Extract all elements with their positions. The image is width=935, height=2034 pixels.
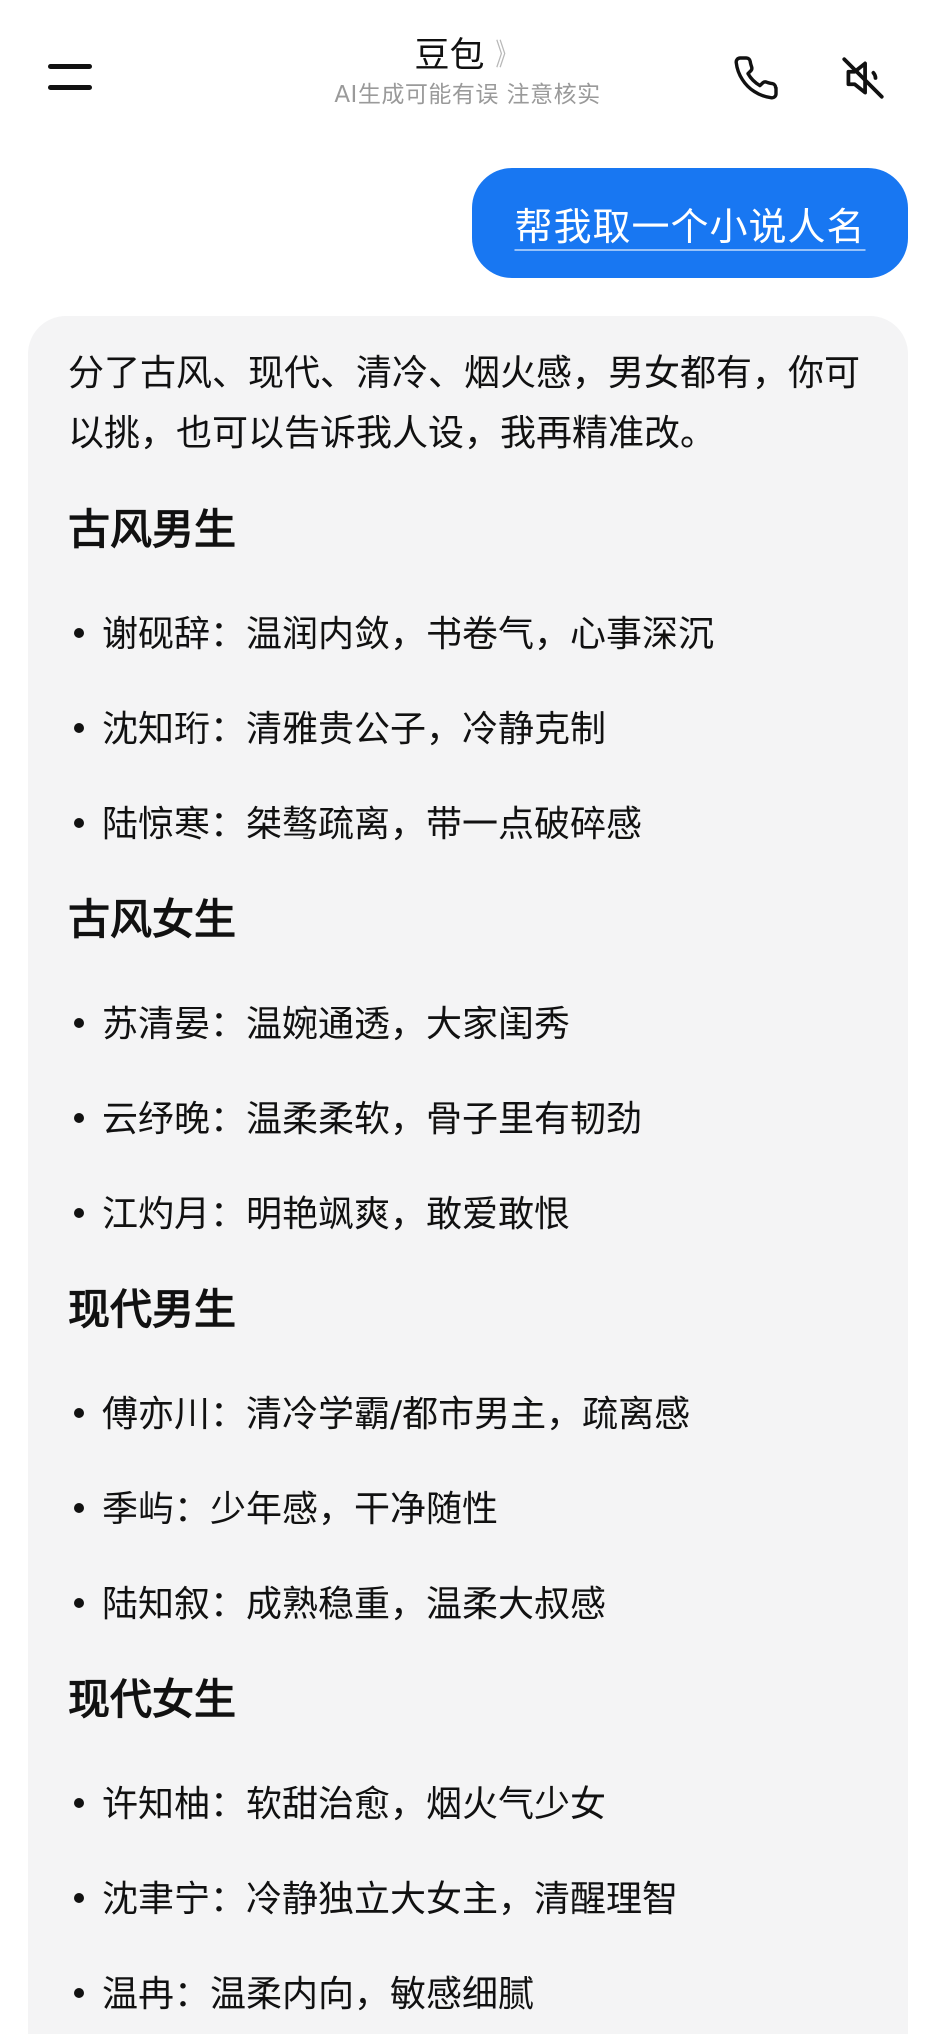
name-list-item: 江灼月：明艳飒爽，敢爱敢恨 — [68, 1190, 570, 1240]
phone-icon[interactable] — [728, 50, 784, 106]
name-item-text: 谢砚辞：温润内敛，书卷气，心事深沉 — [102, 614, 715, 655]
name-list-item: 云纾晚：温柔柔软，骨子里有韧劲 — [68, 1095, 642, 1145]
speaker-muted-icon[interactable] — [835, 50, 891, 106]
name-list-item: 陆惊寒：桀骜疏离，带一点破碎感 — [68, 800, 642, 850]
user-message-bubble: 帮我取一个小说人名 — [472, 168, 908, 278]
section-title-modern-male: 现代男生 — [68, 1285, 237, 1334]
bullet-icon — [74, 723, 84, 733]
bullet-icon — [74, 1988, 84, 1998]
name-item-text: 陆知叙：成熟稳重，温柔大叔感 — [102, 1584, 607, 1625]
name-list-item: 沈知珩：清雅贵公子，冷静克制 — [68, 705, 606, 755]
bullet-icon — [74, 1598, 84, 1608]
name-item-text: 苏清晏：温婉通透，大家闺秀 — [102, 1004, 571, 1045]
chat-header: 豆包 》 AI生成可能有误 注意核实 — [0, 0, 935, 150]
bullet-icon — [74, 818, 84, 828]
hamburger-menu-icon[interactable] — [44, 56, 96, 96]
chevron-right-icon: 》 — [495, 38, 516, 73]
section-title-ancient-male: 古风男生 — [68, 505, 237, 554]
name-list-item: 许知柚：软甜治愈，烟火气少女 — [68, 1780, 606, 1830]
bullet-icon — [74, 1503, 84, 1513]
name-item-text: 温冉：温柔内向，敏感细腻 — [102, 1974, 535, 2015]
name-list-item: 谢砚辞：温润内敛，书卷气，心事深沉 — [68, 610, 714, 660]
bot-profile-link[interactable]: 豆包 》 — [414, 34, 520, 78]
name-list-item: 陆知叙：成熟稳重，温柔大叔感 — [68, 1580, 606, 1630]
name-item-text: 季屿：少年感，干净随性 — [102, 1489, 499, 1530]
bullet-icon — [74, 1798, 84, 1808]
name-item-text: 沈聿宁：冷静独立大女主，清醒理智 — [102, 1879, 679, 1920]
name-item-text: 傅亦川：清冷学霸/都市男主，疏离感 — [102, 1394, 691, 1435]
name-item-text: 沈知珩：清雅贵公子，冷静克制 — [102, 709, 607, 750]
chat-screen: 豆包 》 AI生成可能有误 注意核实 帮我取一个小说人名 分了古风、现代、清冷、… — [0, 0, 935, 2034]
bullet-icon — [74, 1018, 84, 1028]
name-item-text: 江灼月：明艳飒爽，敢爱敢恨 — [102, 1194, 571, 1235]
name-list-item: 沈聿宁：冷静独立大女主，清醒理智 — [68, 1875, 678, 1925]
bullet-icon — [74, 1408, 84, 1418]
name-list-item: 苏清晏：温婉通透，大家闺秀 — [68, 1000, 570, 1050]
name-item-text: 许知柚：软甜治愈，烟火气少女 — [102, 1784, 607, 1825]
bullet-icon — [74, 1113, 84, 1123]
bot-name: 豆包 — [414, 36, 485, 76]
answer-intro: 分了古风、现代、清冷、烟火感，男女都有，你可以挑，也可以告诉我人设，我再精准改。 — [68, 353, 861, 454]
name-list-item: 季屿：少年感，干净随性 — [68, 1485, 498, 1535]
name-list-item: 傅亦川：清冷学霸/都市男主，疏离感 — [68, 1390, 690, 1440]
name-item-text: 云纾晚：温柔柔软，骨子里有韧劲 — [102, 1099, 643, 1140]
bullet-icon — [74, 628, 84, 638]
name-list-item: 温冉：温柔内向，敏感细腻 — [68, 1970, 534, 2020]
name-item-text: 陆惊寒：桀骜疏离，带一点破碎感 — [102, 804, 643, 845]
section-title-modern-female: 现代女生 — [68, 1675, 237, 1724]
user-message-text[interactable]: 帮我取一个小说人名 — [514, 196, 865, 251]
ai-disclaimer: AI生成可能有误 注意核实 — [334, 82, 601, 108]
bullet-icon — [74, 1893, 84, 1903]
assistant-answer-card: 分了古风、现代、清冷、烟火感，男女都有，你可以挑，也可以告诉我人设，我再精准改。… — [28, 316, 908, 2034]
section-title-ancient-female: 古风女生 — [68, 895, 237, 944]
chat-title-area: 豆包 》 AI生成可能有误 注意核实 — [250, 34, 685, 110]
bullet-icon — [74, 1208, 84, 1218]
